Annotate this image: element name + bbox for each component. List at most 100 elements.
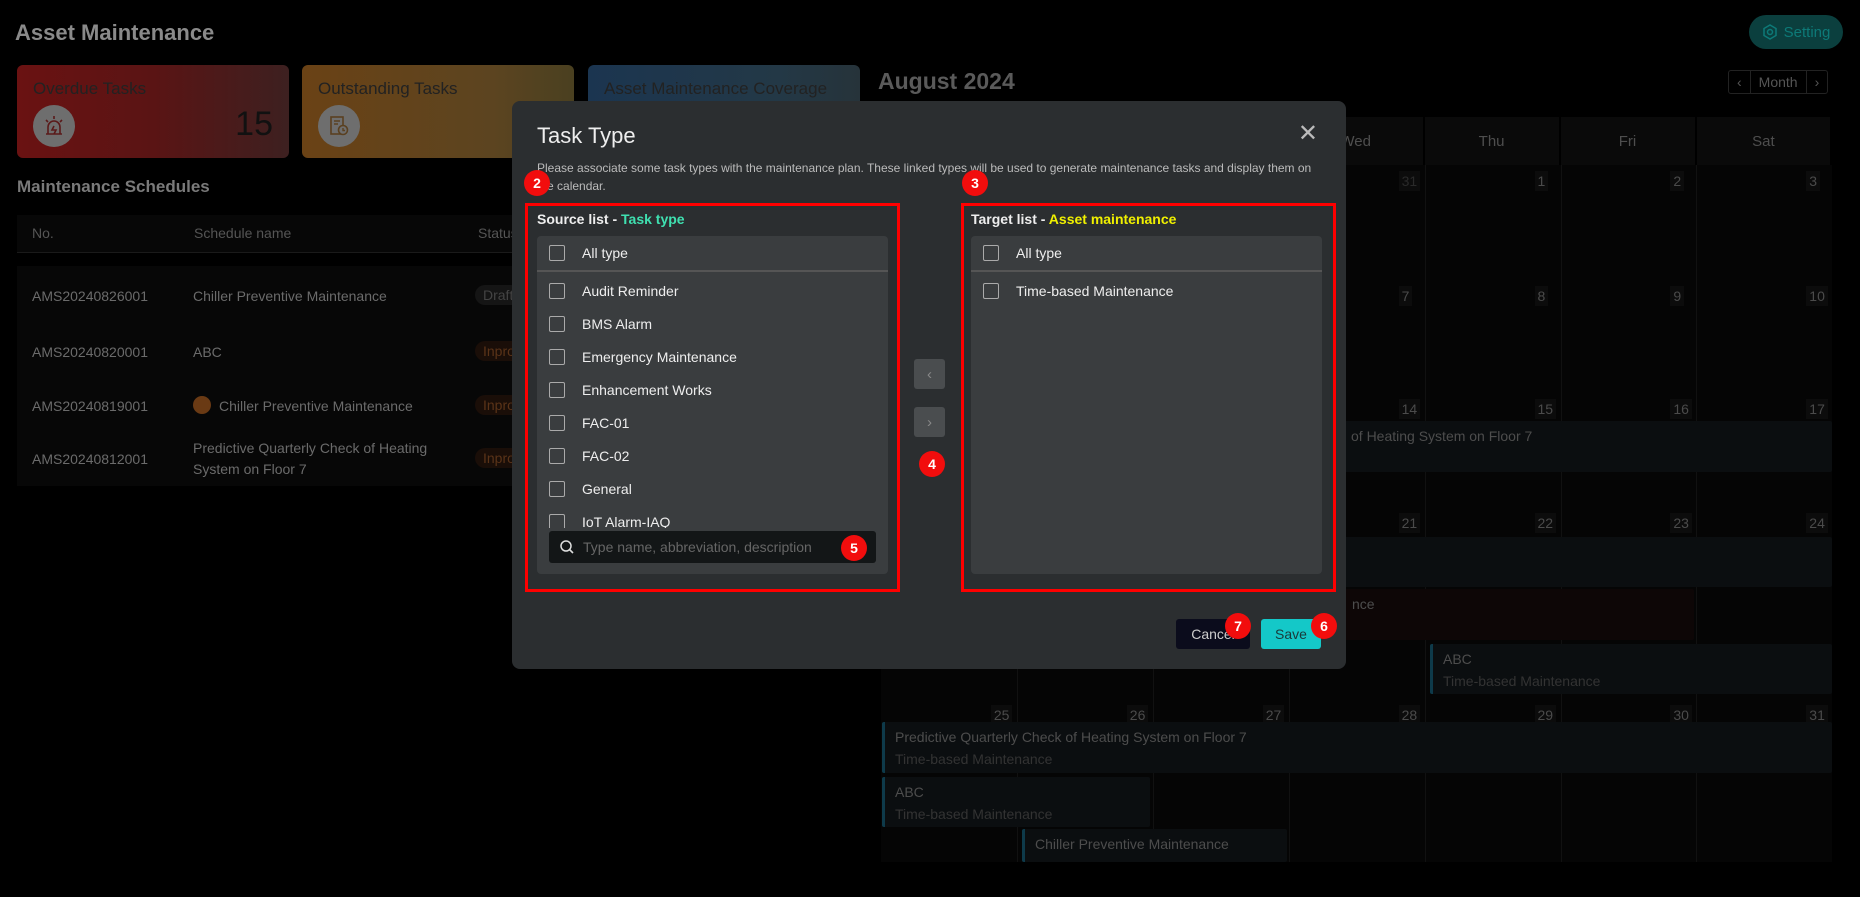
schedule-name[interactable]: Chiller Preventive Maintenance <box>193 286 463 307</box>
source-search-input[interactable]: Type name, abbreviation, description <box>549 531 876 563</box>
move-right-button[interactable]: › <box>914 407 945 437</box>
annotation-badge: 4 <box>919 451 945 477</box>
schedule-no: AMS20240819001 <box>32 398 148 414</box>
checkbox[interactable] <box>983 282 999 299</box>
date-cell[interactable]: 14 <box>1398 399 1421 419</box>
list-item[interactable]: Enhancement Works <box>537 373 888 406</box>
list-item-label: FAC-02 <box>582 447 630 464</box>
list-item[interactable]: Time-based Maintenance <box>971 274 1322 307</box>
target-items[interactable]: Time-based Maintenance <box>971 274 1322 528</box>
column-schedule-name: Schedule name <box>194 225 292 241</box>
list-item[interactable]: Emergency Maintenance <box>537 340 888 373</box>
event-title: nce <box>1352 596 1375 612</box>
date-cell[interactable]: 31 <box>1398 171 1421 191</box>
list-item-label: Emergency Maintenance <box>582 348 737 365</box>
annotation-badge: 2 <box>524 170 550 196</box>
calendar-event[interactable]: Predictive Quarterly Check of Heating Sy… <box>882 722 1832 773</box>
date-cell[interactable]: 23 <box>1670 513 1692 533</box>
list-item-label: Time-based Maintenance <box>1016 282 1174 299</box>
list-item[interactable]: FAC-02 <box>537 439 888 472</box>
schedule-name[interactable]: Chiller Preventive Maintenance <box>219 396 489 417</box>
setting-button[interactable]: Setting <box>1749 15 1843 49</box>
schedule-name[interactable]: Predictive Quarterly Check of Heating Sy… <box>193 438 463 480</box>
annotation-badge: 3 <box>962 170 988 196</box>
date-cell[interactable]: 10 <box>1806 286 1828 306</box>
view-mode-button[interactable]: Month <box>1751 71 1807 93</box>
checkbox[interactable] <box>549 414 565 431</box>
annotation-badge: 5 <box>841 535 867 561</box>
source-list-label: Source list - Task type <box>537 211 685 227</box>
event-type: Time-based Maintenance <box>1443 673 1601 689</box>
calendar-event[interactable]: Chiller Preventive Maintenance <box>1022 829 1287 862</box>
schedule-name[interactable]: ABC <box>193 342 463 363</box>
checkbox[interactable] <box>549 447 565 464</box>
source-list-accent: Task type <box>621 211 685 227</box>
date-cell[interactable]: 8 <box>1534 286 1549 306</box>
date-cell[interactable]: 1 <box>1534 171 1549 191</box>
document-clock-icon <box>318 105 360 147</box>
list-item[interactable]: BMS Alarm <box>537 307 888 340</box>
search-icon <box>560 540 574 554</box>
search-placeholder: Type name, abbreviation, description <box>583 539 812 555</box>
calendar-nav: ‹ Month › <box>1728 70 1829 94</box>
list-item[interactable]: IoT Alarm-IAQ <box>537 505 888 528</box>
list-item[interactable]: FAC-01 <box>537 406 888 439</box>
checkbox[interactable] <box>549 480 565 497</box>
checkbox[interactable] <box>549 245 565 261</box>
day-header: Fri <box>1561 117 1697 165</box>
day-header: Thu <box>1425 117 1561 165</box>
card-label: Asset Maintenance Coverage <box>604 79 828 98</box>
list-item-label: IoT Alarm-IAQ <box>582 513 671 529</box>
move-left-button[interactable]: ‹ <box>914 359 945 389</box>
schedule-no: AMS20240826001 <box>32 288 148 304</box>
target-list-accent: Asset maintenance <box>1048 211 1177 227</box>
calendar-month-title: August 2024 <box>878 68 1015 94</box>
date-cell[interactable]: 22 <box>1534 513 1557 533</box>
list-item[interactable]: General <box>537 472 888 505</box>
modal-title: Task Type <box>537 123 636 148</box>
prev-month-button[interactable]: ‹ <box>1729 71 1751 93</box>
card-value: 15 <box>235 105 273 143</box>
event-title: of Heating System on Floor 7 <box>1351 428 1533 444</box>
close-icon[interactable]: ✕ <box>1298 119 1318 148</box>
gear-icon <box>1762 24 1777 40</box>
checkbox[interactable] <box>549 348 565 365</box>
list-item-label: Audit Reminder <box>582 282 679 299</box>
source-items[interactable]: Audit Reminder BMS Alarm Emergency Mainten… <box>537 274 888 528</box>
overdue-warning-icon <box>193 396 211 414</box>
list-item[interactable]: Audit Reminder <box>537 274 888 307</box>
event-title: ABC <box>895 784 924 800</box>
overdue-tasks-card[interactable]: Overdue Tasks 15 <box>17 65 289 158</box>
page-title: Asset Maintenance <box>15 20 215 45</box>
checkbox[interactable] <box>549 513 565 528</box>
annotation-badge: 7 <box>1225 613 1251 639</box>
date-cell[interactable]: 21 <box>1398 513 1421 533</box>
date-cell[interactable]: 17 <box>1806 399 1828 419</box>
date-cell[interactable]: 2 <box>1670 171 1685 191</box>
target-all-type[interactable]: All type <box>971 236 1322 272</box>
task-type-modal: Task Type ✕ Please associate some task t… <box>512 101 1346 669</box>
date-cell[interactable]: 3 <box>1806 171 1821 191</box>
date-cell[interactable]: 16 <box>1670 399 1692 419</box>
date-cell[interactable]: 7 <box>1398 286 1413 306</box>
next-month-button[interactable]: › <box>1807 71 1828 93</box>
event-title: ABC <box>1443 651 1472 667</box>
calendar-event[interactable]: ABC Time-based Maintenance <box>882 777 1150 827</box>
modal-description: Please associate some task types with th… <box>537 161 1312 193</box>
list-item-label: Enhancement Works <box>582 381 712 398</box>
checkbox[interactable] <box>549 381 565 398</box>
checkbox[interactable] <box>549 315 565 332</box>
source-all-type[interactable]: All type <box>537 236 888 272</box>
checkbox[interactable] <box>549 282 565 299</box>
target-list-label: Target list - Asset maintenance <box>971 211 1177 227</box>
date-cell[interactable]: 15 <box>1534 399 1557 419</box>
list-item-label: BMS Alarm <box>582 315 653 332</box>
calendar-event[interactable]: ABC Time-based Maintenance <box>1430 644 1832 694</box>
column-no: No. <box>32 225 54 241</box>
date-cell[interactable]: 9 <box>1670 286 1685 306</box>
date-cell[interactable]: 24 <box>1806 513 1828 533</box>
schedule-no: AMS20240812001 <box>32 451 148 467</box>
card-label: Outstanding Tasks <box>318 79 458 98</box>
card-label: Overdue Tasks <box>33 79 147 98</box>
checkbox[interactable] <box>983 245 999 261</box>
